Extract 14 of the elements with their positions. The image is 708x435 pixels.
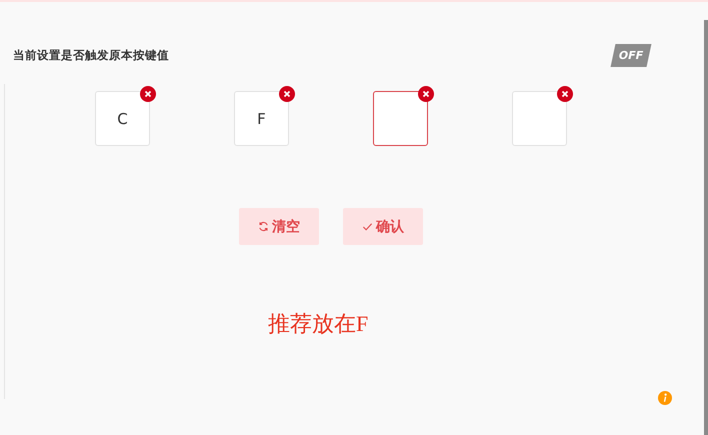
clear-button[interactable]: 清空 xyxy=(239,208,319,245)
key-slot[interactable] xyxy=(373,91,428,146)
remove-icon[interactable] xyxy=(140,86,156,102)
remove-icon[interactable] xyxy=(279,86,295,102)
remove-icon[interactable] xyxy=(557,86,573,102)
hint-text: 推荐放在F xyxy=(268,310,370,338)
remove-icon[interactable] xyxy=(418,86,434,102)
toggle-switch[interactable]: OFF xyxy=(610,44,652,66)
refresh-icon xyxy=(258,221,269,232)
key-slot[interactable]: C xyxy=(95,91,150,146)
key-slot[interactable]: F xyxy=(234,91,289,146)
confirm-button[interactable]: 确认 xyxy=(343,208,423,245)
setting-label: 当前设置是否触发原本按键值 xyxy=(13,48,169,62)
check-icon xyxy=(362,221,373,232)
